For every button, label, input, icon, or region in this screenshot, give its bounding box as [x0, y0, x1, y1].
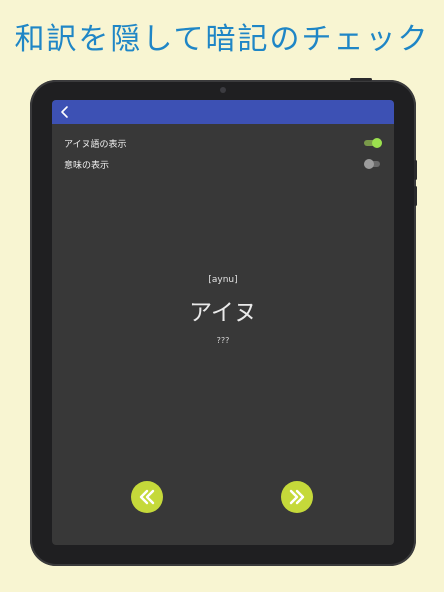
double-chevron-left-icon	[139, 489, 155, 505]
promo-headline: 和訳を隠して暗記のチェック	[14, 22, 430, 57]
setting-label-meaning: 意味の表示	[64, 160, 110, 171]
toggle-thumb	[372, 138, 382, 148]
app-screen: アイヌ語の表示 意味の表示 [aynu] アイヌ ???	[52, 100, 394, 545]
chevron-left-icon[interactable]	[57, 104, 73, 120]
double-chevron-right-icon	[289, 489, 305, 505]
setting-row-meaning: 意味の表示	[64, 157, 382, 171]
volume-down-button	[414, 186, 417, 206]
ainu-display-toggle[interactable]	[362, 136, 382, 150]
setting-label-ainu: アイヌ語の表示	[64, 139, 127, 150]
previous-card-button[interactable]	[131, 481, 163, 513]
setting-row-ainu: アイヌ語の表示	[64, 136, 382, 150]
pronunciation-text: [aynu]	[208, 275, 238, 285]
meaning-display-toggle[interactable]	[362, 157, 382, 171]
toggle-thumb	[364, 159, 374, 169]
next-card-button[interactable]	[281, 481, 313, 513]
flashcard-word: アイヌ	[189, 300, 257, 326]
tablet-frame: アイヌ語の表示 意味の表示 [aynu] アイヌ ???	[30, 78, 417, 566]
front-camera	[220, 87, 226, 93]
app-bar	[52, 100, 394, 124]
top-button	[350, 78, 372, 81]
volume-up-button	[414, 160, 417, 180]
flashcard-meaning: ???	[216, 336, 230, 345]
